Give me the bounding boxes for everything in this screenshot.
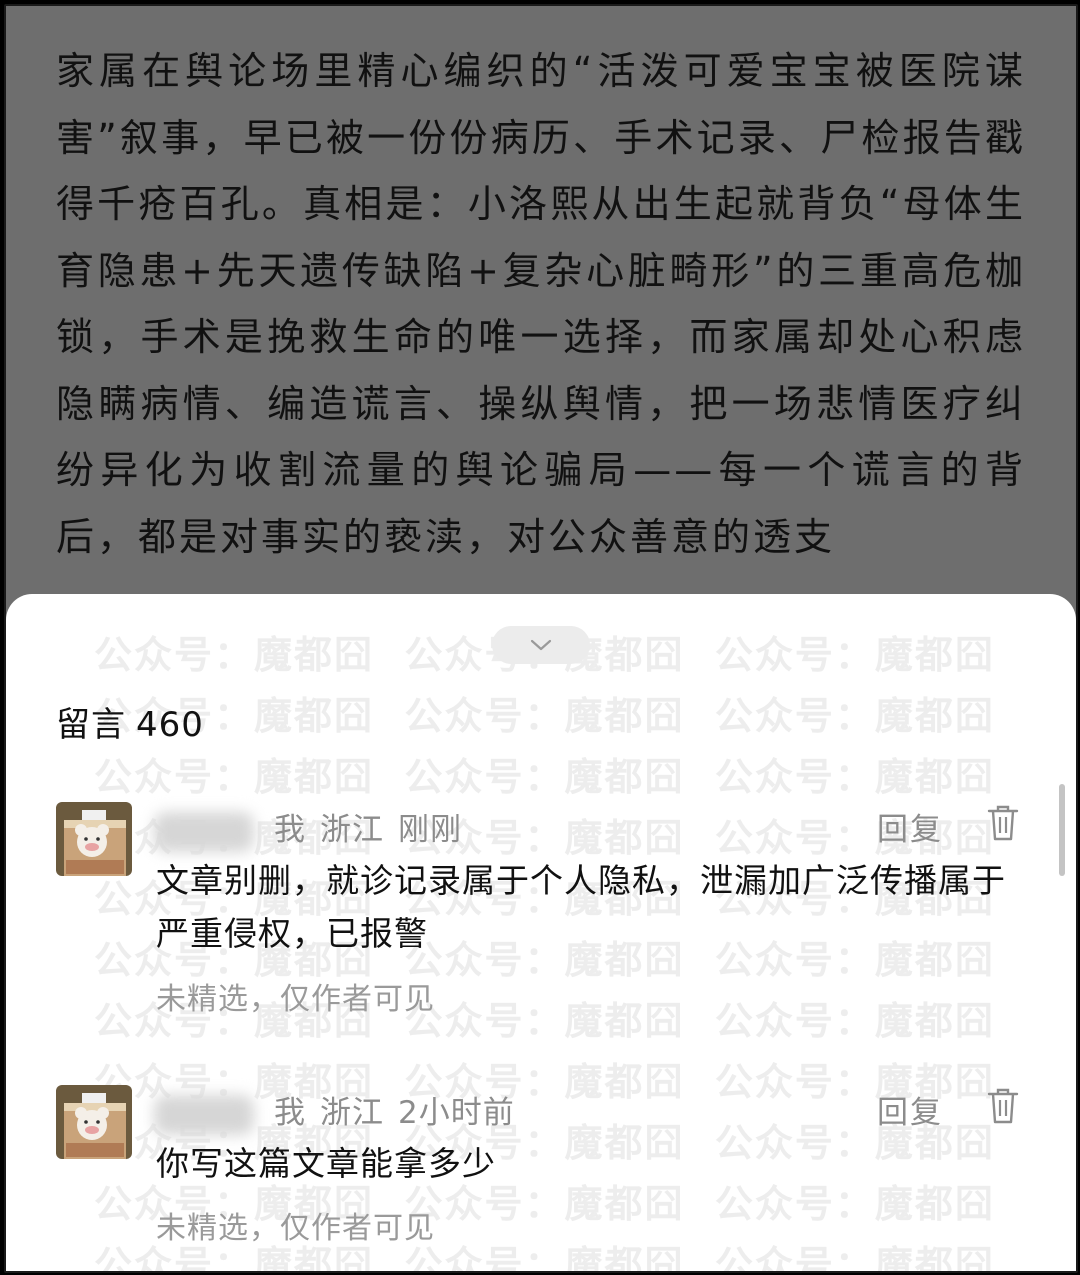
reply-button[interactable]: 回复 bbox=[877, 804, 943, 849]
comments-count: 460 bbox=[136, 705, 204, 745]
comment-meta: 我浙江 刚刚 bbox=[274, 804, 476, 849]
watermark-row: 公众号：魔都囧 公众号：魔都囧 公众号：魔都囧 bbox=[94, 755, 995, 799]
comments-header: 留言 460 bbox=[56, 697, 204, 746]
author-name-blurred bbox=[154, 812, 254, 852]
trash-icon[interactable] bbox=[986, 1087, 1020, 1125]
comment-status: 未精选，仅作者可见 bbox=[156, 1211, 435, 1246]
article-background: 家属在舆论场里精心编织的“活泼可爱宝宝被医院谋害”叙事，早已被一份份病历、手术记… bbox=[6, 6, 1076, 646]
comment-meta: 我浙江 2小时前 bbox=[274, 1087, 529, 1132]
reply-button[interactable]: 回复 bbox=[877, 1087, 943, 1132]
article-text: 家属在舆论场里精心编织的“活泼可爱宝宝被医院谋害”叙事，早已被一份份病历、手术记… bbox=[56, 49, 1026, 559]
trash-icon[interactable] bbox=[986, 804, 1020, 842]
watermark-row: 公众号：魔都囧 公众号：魔都囧 公众号：魔都囧 bbox=[94, 694, 995, 738]
comment-status: 未精选，仅作者可见 bbox=[156, 982, 435, 1017]
bear-box-avatar-icon bbox=[56, 802, 132, 876]
author-tag: 我 bbox=[274, 1095, 306, 1131]
author-name-blurred bbox=[154, 1095, 254, 1135]
timestamp: 2小时前 bbox=[398, 1095, 515, 1131]
avatar[interactable] bbox=[56, 802, 132, 876]
timestamp: 刚刚 bbox=[398, 812, 462, 848]
comments-sheet: 公众号：魔都囧 公众号：魔都囧 公众号：魔都囧 公众号：魔都囧 公众号：魔都囧 公… bbox=[6, 594, 1076, 1271]
avatar[interactable] bbox=[56, 1085, 132, 1159]
bear-box-avatar-icon bbox=[56, 1085, 132, 1159]
phone-screen: 家属在舆论场里精心编织的“活泼可爱宝宝被医院谋害”叙事，早已被一份份病历、手术记… bbox=[4, 4, 1078, 1273]
collapse-handle[interactable] bbox=[492, 626, 590, 664]
comment-text: 你写这篇文章能拿多少 bbox=[156, 1144, 496, 1183]
scrollbar[interactable] bbox=[1059, 784, 1065, 876]
author-tag: 我 bbox=[274, 812, 306, 848]
comment-text: 文章别删，就诊记录属于个人隐私，泄漏加广泛传播属于严重侵权，已报警 bbox=[156, 861, 1006, 953]
chevron-down-icon bbox=[530, 639, 552, 651]
comments-title: 留言 bbox=[56, 705, 126, 745]
location: 浙江 bbox=[320, 1095, 384, 1131]
location: 浙江 bbox=[320, 812, 384, 848]
